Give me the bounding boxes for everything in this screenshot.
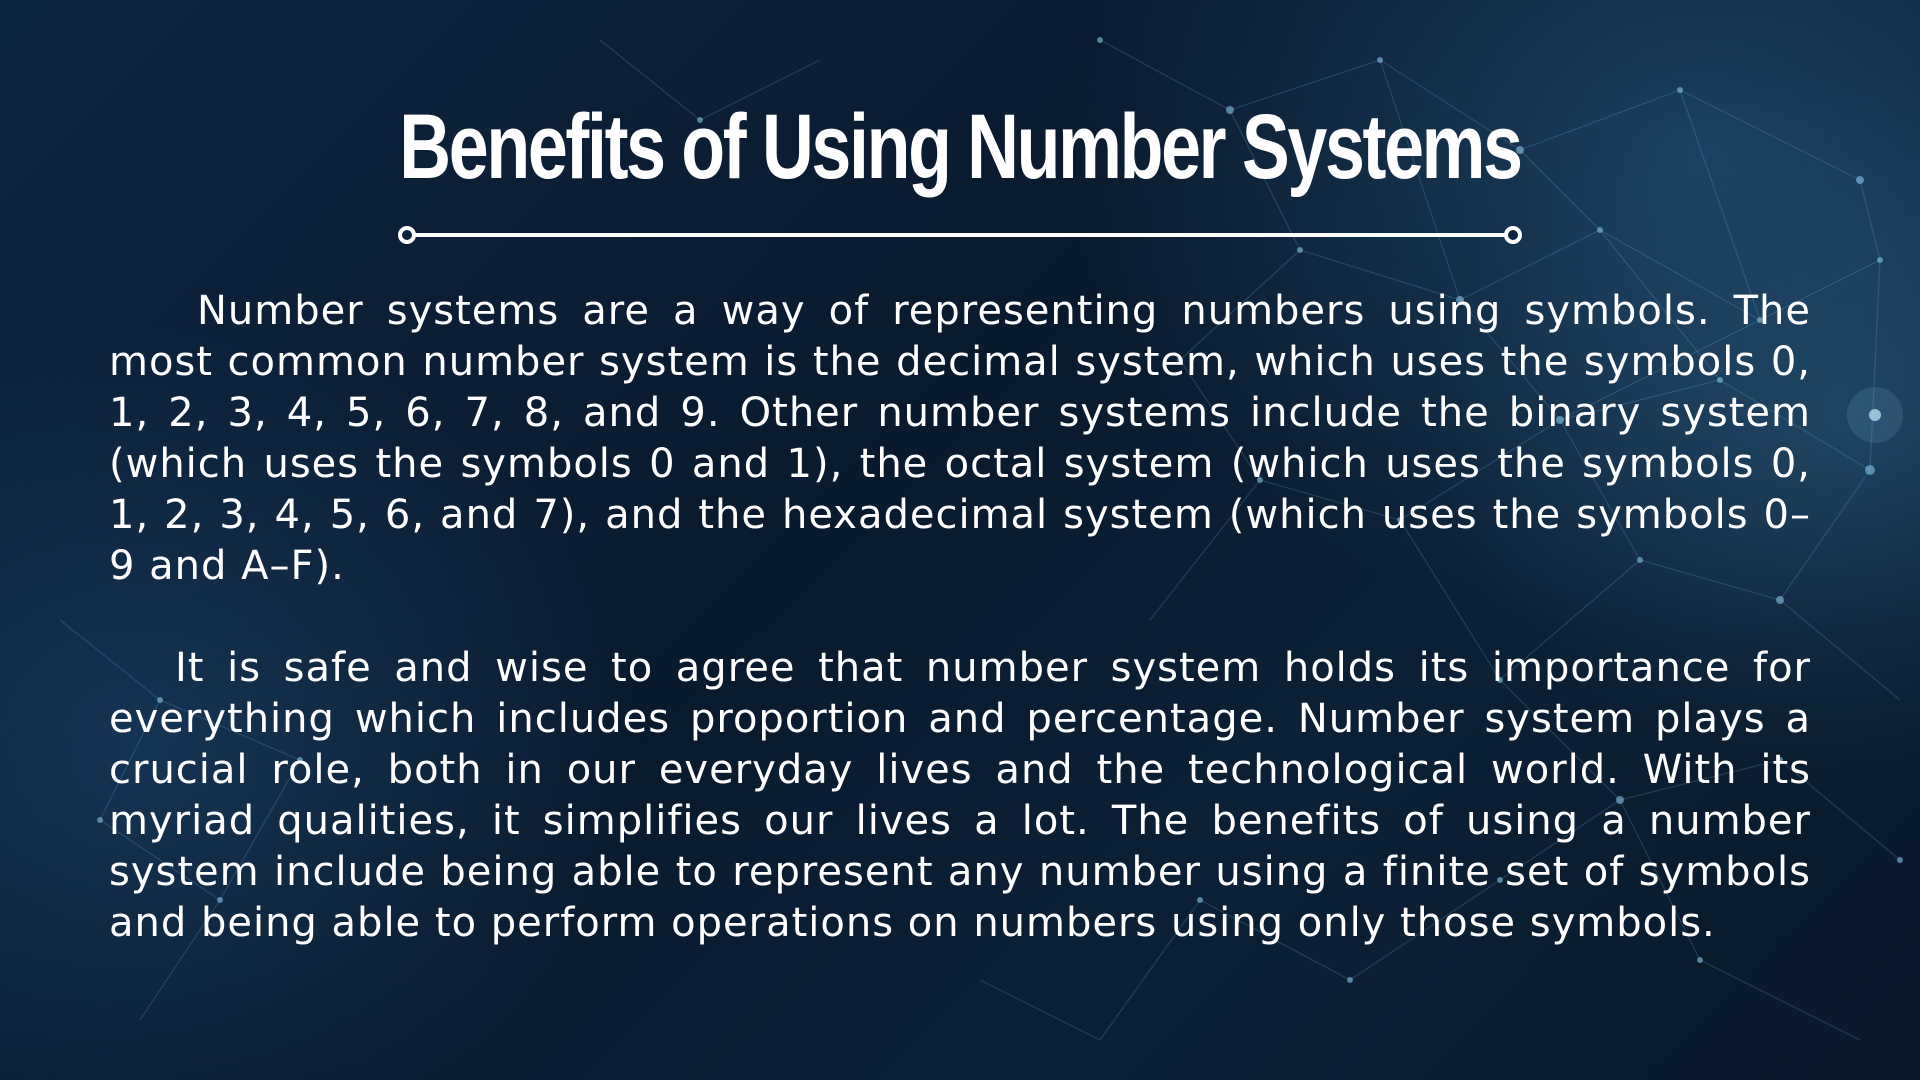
slide: Benefits of Using Number Systems Number … xyxy=(0,0,1920,1080)
paragraph-intro: Number systems are a way of representing… xyxy=(109,288,1811,589)
paragraph-benefits: It is safe and wise to agree that number… xyxy=(109,645,1811,946)
body-text: Number systems are a way of representing… xyxy=(109,286,1811,949)
slide-title: Benefits of Using Number Systems xyxy=(399,96,1523,198)
title-divider xyxy=(398,226,1522,244)
